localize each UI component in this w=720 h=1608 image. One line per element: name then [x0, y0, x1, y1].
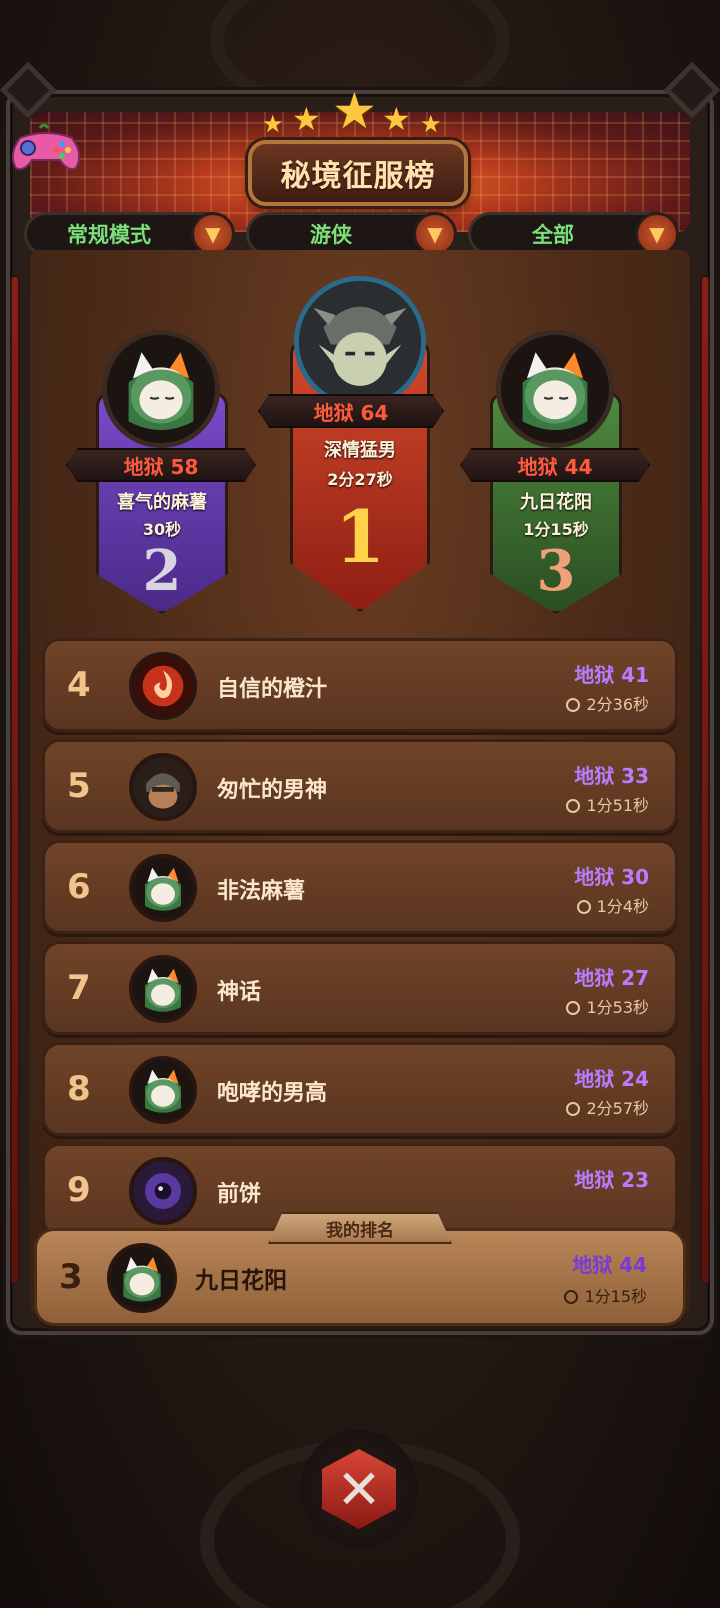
list-level: 地狱 33: [574, 764, 649, 788]
list-rank: 9: [67, 1170, 91, 1210]
crossed-swords-icon: ✕: [322, 1449, 396, 1529]
list-name: 前饼: [217, 1182, 262, 1207]
list-level: 地狱 27: [574, 966, 649, 990]
avatar: [496, 330, 614, 448]
podium-time: 1分15秒: [523, 520, 589, 539]
list-level: 地狱 30: [574, 865, 649, 889]
podium-level: 地狱 58: [123, 454, 199, 479]
podium-level: 地狱 64: [313, 400, 389, 425]
my-rank-level: 地狱 44: [572, 1253, 647, 1277]
clock-icon: [566, 799, 581, 813]
my-rank-name: 九日花阳: [195, 1268, 287, 1294]
clock-icon: [566, 698, 581, 712]
avatar: [129, 955, 197, 1023]
list-item[interactable]: 7 神话 地狱 27 1分53秒: [42, 941, 678, 1035]
frame-rail: [700, 275, 710, 1285]
list-name: 自信的橙汁: [217, 677, 328, 702]
clock-icon: [564, 1290, 579, 1304]
avatar: [294, 276, 426, 408]
avatar: [129, 753, 197, 821]
list-item[interactable]: 6 非法麻薯 地狱 30 1分4秒: [42, 840, 678, 934]
my-rank-tab: 我的排名: [268, 1212, 452, 1244]
list-rank: 7: [67, 968, 91, 1008]
avatar: [129, 1157, 197, 1225]
list-rank: 6: [67, 867, 91, 907]
clock-icon: [576, 900, 591, 914]
star-icon: ★: [382, 100, 411, 138]
page-title: 秘境征服榜: [280, 159, 436, 194]
list-item[interactable]: 4 自信的橙汁 地狱 41 2分36秒: [42, 638, 678, 732]
class-filter-label: 游侠: [310, 223, 352, 247]
podium-place: 1: [334, 494, 386, 579]
list-name: 咆哮的男高: [217, 1081, 328, 1106]
list-level: 地狱 41: [574, 663, 649, 687]
avatar: [102, 330, 220, 448]
scope-filter-label: 全部: [532, 223, 574, 247]
star-rating: ★ ★ ★ ★ ★: [258, 82, 458, 142]
list-item[interactable]: 8 咆哮的男高 地狱 24 2分57秒: [42, 1042, 678, 1136]
frame-rail: [10, 275, 20, 1285]
list-level: 地狱 24: [574, 1067, 649, 1091]
podium-name: 深情猛男: [324, 440, 396, 461]
list-time: 2分36秒: [566, 691, 649, 715]
podium-time: 30秒: [142, 520, 182, 539]
gamepad-icon[interactable]: [6, 123, 86, 174]
page-title-plate: 秘境征服榜: [248, 140, 468, 206]
list-rank: 8: [67, 1069, 91, 1109]
my-rank-number: 3: [59, 1257, 83, 1297]
close-button[interactable]: ✕: [300, 1430, 418, 1548]
podium-place: 2: [142, 538, 182, 604]
list-name: 匆忙的男神: [217, 778, 328, 803]
clock-icon: [566, 1102, 581, 1116]
list-time: 1分53秒: [566, 994, 649, 1018]
podium-name: 喜气的麻薯: [117, 492, 207, 513]
mode-filter-label: 常规模式: [67, 223, 151, 247]
avatar: [129, 652, 197, 720]
podium-level: 地狱 44: [517, 454, 593, 479]
avatar: [129, 854, 197, 922]
star-icon: ★: [262, 110, 284, 138]
list-name: 神话: [217, 980, 262, 1005]
podium-place: 3: [536, 538, 576, 604]
podium-time: 2分27秒: [327, 470, 393, 489]
list-time: 1分51秒: [566, 792, 649, 816]
clock-icon: [566, 1001, 581, 1015]
star-icon: ★: [332, 82, 377, 140]
avatar: [107, 1243, 177, 1313]
my-rank-time: 1分15秒: [564, 1283, 647, 1307]
my-rank-tab-label: 我的排名: [326, 1220, 394, 1241]
list-time: 2分57秒: [566, 1095, 649, 1119]
list-name: 非法麻薯: [217, 879, 306, 904]
list-time: 1分4秒: [576, 893, 649, 917]
list-rank: 5: [67, 766, 91, 806]
list-level: 地狱 23: [574, 1168, 649, 1192]
list-rank: 4: [67, 665, 91, 705]
star-icon: ★: [292, 100, 321, 138]
podium-name: 九日花阳: [520, 492, 592, 513]
star-icon: ★: [420, 110, 442, 138]
avatar: [129, 1056, 197, 1124]
list-item[interactable]: 5 匆忙的男神 地狱 33 1分51秒: [42, 739, 678, 833]
